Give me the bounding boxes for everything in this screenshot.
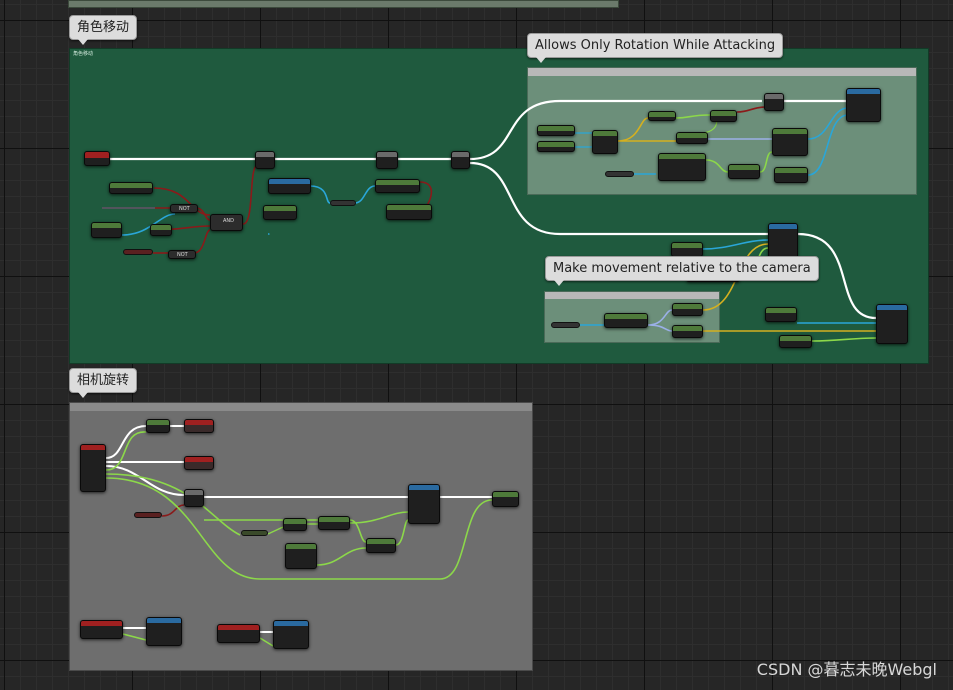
get-velocity-node[interactable] — [268, 178, 311, 194]
multiply-node-3[interactable] — [366, 538, 396, 553]
get-world-delta-node[interactable] — [774, 167, 808, 183]
float-reroute-pill[interactable] — [330, 200, 356, 206]
camera-rotation-comment-bubble[interactable]: 相机旋转 — [69, 368, 138, 398]
set-bool-node-1[interactable] — [184, 419, 214, 433]
normalize-node[interactable] — [648, 111, 676, 121]
get-control-rotation-node[interactable] — [658, 153, 706, 181]
branch-node-1[interactable] — [255, 151, 275, 169]
add-movement-input-node-1[interactable] — [768, 223, 798, 259]
multiply-node-1[interactable] — [283, 518, 307, 531]
set-node-1[interactable] — [146, 419, 170, 433]
get-right-vector-node[interactable] — [672, 325, 703, 338]
set-bool-node-2[interactable] — [184, 456, 214, 470]
watermark-text: CSDN @暮志未晚Webgl — [756, 660, 937, 679]
input-axis-turn-node[interactable] — [217, 624, 260, 643]
vector-to-rotator-node[interactable] — [676, 132, 708, 144]
get-move-forward-node[interactable] — [537, 125, 575, 136]
not-node-2[interactable]: NOT — [168, 250, 196, 259]
and-node[interactable]: AND — [210, 214, 243, 231]
add-pitch-input-node[interactable] — [146, 617, 182, 646]
input-axis-event-node[interactable] — [84, 151, 110, 166]
multiply-node-2[interactable] — [318, 516, 350, 530]
rotation-while-attacking-comment-bubble[interactable]: Allows Only Rotation While Attacking — [527, 33, 784, 63]
rinterp-node[interactable] — [728, 164, 760, 179]
make-vector-node[interactable] — [592, 130, 618, 154]
greater-than-node[interactable] — [386, 204, 432, 220]
branch-node-camera[interactable] — [184, 489, 204, 507]
bool-variable-pill[interactable] — [123, 249, 153, 255]
set-actor-rotation-node[interactable] — [846, 88, 881, 122]
add-controller-yaw-node[interactable] — [408, 484, 440, 524]
branch-node-rotation[interactable] — [764, 93, 784, 111]
branch-node-3[interactable] — [451, 151, 470, 169]
add-yaw-input-node[interactable] — [273, 620, 309, 649]
is-falling-node[interactable] — [263, 205, 297, 220]
get-control-rotation-node-2[interactable] — [604, 313, 648, 328]
break-rotator-node[interactable] — [772, 128, 808, 156]
get-move-right-node[interactable] — [537, 141, 575, 152]
get-move-right-value-node[interactable] — [779, 335, 812, 348]
character-movement-comment-bubble[interactable]: 角色移动 — [69, 15, 138, 45]
vector-length-node[interactable] — [375, 179, 420, 193]
get-axis-value-node[interactable] — [671, 242, 703, 257]
add-movement-input-node-2[interactable] — [876, 304, 908, 344]
add-controller-pitch-node[interactable] — [492, 491, 519, 507]
get-is-attacking-node[interactable] — [91, 222, 122, 238]
branch-node-2[interactable] — [376, 151, 398, 169]
get-scale-value-node[interactable] — [765, 307, 797, 322]
mouse-axis-event-node[interactable] — [80, 444, 106, 492]
input-axis-lookup-node[interactable] — [80, 620, 123, 639]
get-bool-node[interactable] — [150, 224, 172, 236]
not-node-1[interactable]: NOT — [170, 204, 198, 213]
movement-relative-camera-comment-bubble[interactable]: Make movement relative to the camera — [545, 256, 819, 286]
camera-float-pill[interactable] — [241, 530, 268, 536]
get-forward-vector-node[interactable] — [672, 303, 703, 316]
compare-node[interactable] — [710, 110, 737, 122]
get-game-mode-node[interactable] — [109, 182, 153, 194]
camera-rotation-pill[interactable] — [551, 322, 580, 328]
camera-bool-pill[interactable] — [134, 512, 162, 518]
rotation-float-pill[interactable] — [605, 171, 634, 177]
get-world-delta-seconds-node[interactable] — [285, 543, 317, 569]
